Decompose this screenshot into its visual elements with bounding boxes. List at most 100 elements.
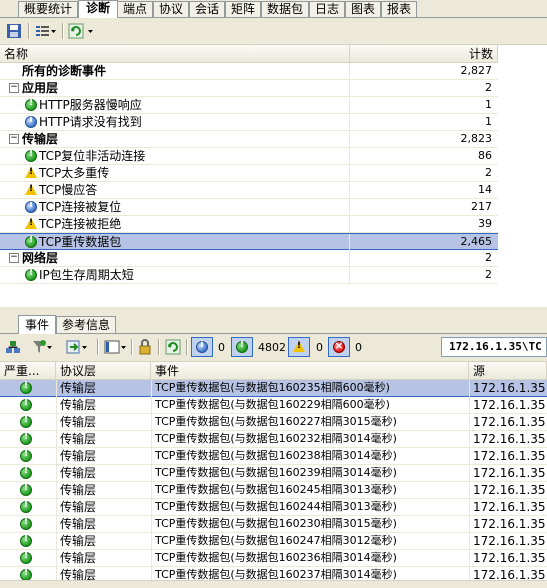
tree-row[interactable]: TCP连接被复位 217	[0, 199, 498, 216]
toolbar-separator	[158, 339, 160, 355]
refresh-icon[interactable]	[165, 339, 181, 355]
tree-root-row[interactable]: 所有的诊断事件 2,827	[0, 63, 498, 80]
tab-log[interactable]: 日志	[309, 1, 345, 17]
lock-icon[interactable]	[137, 339, 153, 355]
event-event: TCP重传数据包(与数据包160235相隔600毫秒)	[155, 381, 390, 394]
event-source: 172.16.1.35	[473, 398, 546, 412]
event-row[interactable]: 传输层 TCP重传数据包(与数据包160247相隔3012毫秒) 172.16.1.…	[0, 533, 547, 550]
column-header-name[interactable]: 名称	[0, 45, 350, 63]
collapse-toggle-icon[interactable]: −	[9, 253, 19, 263]
tab-reports[interactable]: 报表	[381, 1, 417, 17]
warning-icon	[293, 341, 305, 352]
warning-filter-toggle[interactable]	[288, 337, 310, 357]
tree-row[interactable]: TCP复位非活动连接 86	[0, 148, 498, 165]
tree-row-count: 2	[485, 81, 492, 94]
tab-packets[interactable]: 数据包	[261, 1, 309, 17]
columns-dropdown-icon[interactable]	[104, 339, 128, 355]
green-diagnosis-icon	[20, 381, 32, 394]
tree-group-row[interactable]: − 传输层 2,823	[0, 131, 498, 148]
event-row[interactable]: 传输层 TCP重传数据包(与数据包160244相隔3013毫秒) 172.16.1.…	[0, 499, 547, 516]
column-divider	[151, 482, 152, 499]
tree-row-count: 2	[485, 251, 492, 264]
tree-row-count: 14	[478, 183, 492, 196]
tree-row[interactable]: HTTP请求没有找到 1	[0, 114, 498, 131]
tab-endpoints[interactable]: 端点	[117, 1, 153, 17]
refresh-dropdown-icon[interactable]	[68, 23, 96, 39]
tab-charts[interactable]: 图表	[345, 1, 381, 17]
tab-sessions[interactable]: 会话	[189, 1, 225, 17]
tree-row-count: 86	[478, 149, 492, 162]
event-event: TCP重传数据包(与数据包160247相隔3012毫秒)	[155, 534, 397, 547]
column-divider	[469, 533, 470, 550]
tree-row-label: TCP慢应答	[39, 183, 98, 197]
tree-row-label: 所有的诊断事件	[22, 64, 107, 78]
tree-row-count: 2,823	[460, 132, 493, 145]
column-divider	[349, 114, 350, 131]
tree-row-label: 传输层	[22, 132, 59, 146]
column-divider	[349, 165, 350, 182]
column-divider	[56, 380, 57, 397]
tree-row-count: 2,827	[460, 64, 493, 77]
column-header-severity[interactable]: 严重...	[0, 362, 56, 380]
export-dropdown-icon[interactable]	[66, 339, 90, 355]
event-layer: 传输层	[60, 381, 97, 395]
diagnosis-filter-toggle[interactable]	[231, 337, 253, 357]
column-divider	[56, 533, 57, 550]
event-row[interactable]: 传输层 TCP重传数据包(与数据包160230相隔3015毫秒) 172.16.1.…	[0, 516, 547, 533]
filter-dropdown-icon[interactable]	[32, 339, 54, 355]
event-layer: 传输层	[60, 500, 97, 514]
diagnosis-tree: 名称 计数 所有的诊断事件 2,827 −应用层2HTTP服务器慢响应1HTTP请求…	[0, 45, 547, 307]
tree-row[interactable]: IP包生存周期太短 2	[0, 267, 498, 284]
info-filter-toggle[interactable]	[191, 337, 213, 357]
event-layer: 传输层	[60, 466, 97, 480]
tab-events[interactable]: 事件	[18, 315, 56, 334]
column-divider	[151, 380, 152, 397]
event-row[interactable]: 传输层 TCP重传数据包(与数据包160227相隔3015毫秒) 172.16.1.…	[0, 414, 547, 431]
green-diagnosis-icon	[25, 98, 37, 111]
event-row[interactable]: 传输层 TCP重传数据包(与数据包160238相隔3014毫秒) 172.16.1.…	[0, 448, 547, 465]
save-icon[interactable]	[6, 23, 22, 39]
tree-row[interactable]: TCP太多重传 2	[0, 165, 498, 182]
tree-row-label: TCP连接被拒绝	[39, 217, 122, 231]
error-filter-toggle[interactable]	[328, 337, 350, 357]
event-row[interactable]: 传输层 TCP重传数据包(与数据包160232相隔3014毫秒) 172.16.1.…	[0, 431, 547, 448]
event-row[interactable]: 传输层 TCP重传数据包(与数据包160239相隔3014毫秒) 172.16.1.…	[0, 465, 547, 482]
tab-reference-info[interactable]: 参考信息	[56, 316, 116, 333]
column-divider	[56, 499, 57, 516]
tab-matrix[interactable]: 矩阵	[225, 1, 261, 17]
tab-diagnosis[interactable]: 诊断	[78, 0, 118, 18]
column-divider	[349, 216, 350, 233]
tree-row[interactable]: TCP重传数据包 2,465	[0, 233, 498, 251]
event-row[interactable]: 传输层 TCP重传数据包(与数据包160245相隔3013毫秒) 172.16.1.…	[0, 482, 547, 499]
column-divider	[349, 199, 350, 216]
column-divider	[151, 533, 152, 550]
view-options-dropdown-icon[interactable]	[35, 23, 57, 39]
tree-row[interactable]: HTTP服务器慢响应 1	[0, 97, 498, 114]
address-filter-field[interactable]: 172.16.1.35\TC	[441, 337, 547, 357]
column-header-layer[interactable]: 协议层	[56, 362, 151, 380]
column-divider	[469, 482, 470, 499]
event-row[interactable]: 传输层 TCP重传数据包(与数据包160236相隔3014毫秒) 172.16.1.…	[0, 550, 547, 567]
address-filter-value: 172.16.1.35\TC	[449, 340, 542, 353]
ok-count: 4802	[258, 341, 286, 354]
tree-group-row[interactable]: − 网络层 2	[0, 250, 498, 267]
event-source: 172.16.1.35	[473, 534, 546, 548]
network-icon[interactable]	[5, 339, 21, 355]
column-divider	[151, 516, 152, 533]
collapse-toggle-icon[interactable]: −	[9, 134, 19, 144]
tab-protocols[interactable]: 协议	[153, 1, 189, 17]
tree-row[interactable]: TCP慢应答 14	[0, 182, 498, 199]
event-row[interactable]: 传输层 TCP重传数据包(与数据包160235相隔600毫秒) 172.16.1.3…	[0, 380, 547, 397]
event-row[interactable]: 传输层 TCP重传数据包(与数据包160229相隔600毫秒) 172.16.1.3…	[0, 397, 547, 414]
column-header-source[interactable]: 源	[469, 362, 547, 380]
tab-summary[interactable]: 概要统计	[18, 1, 78, 17]
tree-row[interactable]: TCP连接被拒绝 39	[0, 216, 498, 233]
tree-group-row[interactable]: − 应用层 2	[0, 80, 498, 97]
column-divider	[56, 550, 57, 567]
column-header-event[interactable]: 事件	[151, 362, 469, 380]
collapse-toggle-icon[interactable]: −	[9, 83, 19, 93]
column-divider	[469, 448, 470, 465]
tree-row-count: 1	[485, 98, 492, 111]
green-diagnosis-icon	[25, 149, 37, 162]
column-header-count[interactable]: 计数	[350, 45, 498, 63]
